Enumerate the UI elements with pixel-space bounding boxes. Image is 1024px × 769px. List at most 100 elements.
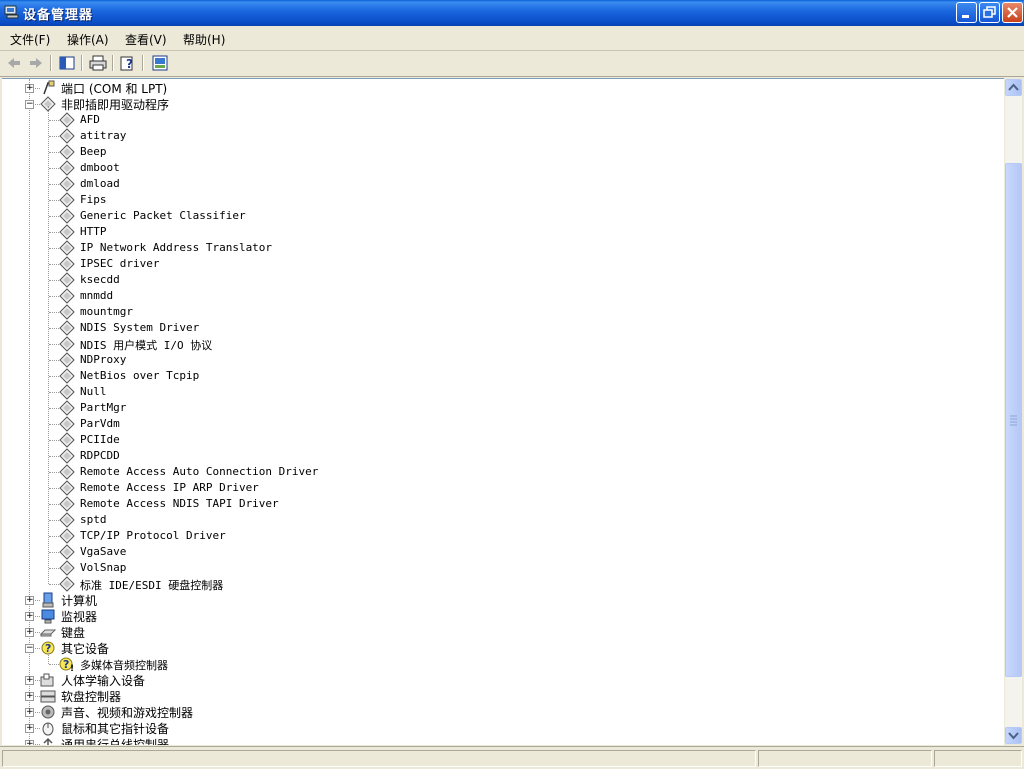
menu-file[interactable]: 文件(F) <box>10 31 50 48</box>
menu-help[interactable]: 帮助(H) <box>183 31 225 48</box>
expand-icon[interactable]: + <box>25 724 34 733</box>
svg-text:?: ? <box>126 57 133 71</box>
collapse-icon[interactable]: − <box>25 644 34 653</box>
tree-node-driver[interactable]: dmload <box>2 176 1002 192</box>
tree-node-driver[interactable]: RDPCDD <box>2 448 1002 464</box>
tree-node-sound-video-game[interactable]: + 声音、视频和游戏控制器 <box>2 704 1002 720</box>
tree-node-driver[interactable]: ParVdm <box>2 416 1002 432</box>
tree-node-driver[interactable]: Null <box>2 384 1002 400</box>
scroll-up-button[interactable] <box>1005 79 1022 96</box>
tree-node-driver[interactable]: sptd <box>2 512 1002 528</box>
tree-node-driver[interactable]: Remote Access Auto Connection Driver <box>2 464 1002 480</box>
menu-action[interactable]: 操作(A) <box>67 31 109 48</box>
expand-icon[interactable]: + <box>25 692 34 701</box>
tree-node-driver[interactable]: dmboot <box>2 160 1002 176</box>
expand-icon[interactable]: + <box>25 612 34 621</box>
tree-node-driver[interactable]: TCP/IP Protocol Driver <box>2 528 1002 544</box>
tree-node-driver[interactable]: ksecdd <box>2 272 1002 288</box>
tree-node-driver[interactable]: atitray <box>2 128 1002 144</box>
tree-node-driver[interactable]: NetBios over Tcpip <box>2 368 1002 384</box>
tree-node-driver[interactable]: Remote Access NDIS TAPI Driver <box>2 496 1002 512</box>
tree-node-driver[interactable]: VolSnap <box>2 560 1002 576</box>
expand-icon[interactable]: + <box>25 84 34 93</box>
tree-node-driver[interactable]: Remote Access IP ARP Driver <box>2 480 1002 496</box>
scroll-thumb[interactable] <box>1005 163 1022 677</box>
expand-icon[interactable]: + <box>25 676 34 685</box>
scroll-down-button[interactable] <box>1005 727 1022 744</box>
tree-node-driver[interactable]: VgaSave <box>2 544 1002 560</box>
tree-node-label: TCP/IP Protocol Driver <box>80 529 226 542</box>
tree-node-label: Beep <box>80 145 107 158</box>
tree-node-driver[interactable]: NDIS 用户模式 I/O 协议 <box>2 336 1002 352</box>
window-title: 设备管理器 <box>23 8 94 23</box>
properties-icon[interactable] <box>150 54 170 72</box>
tree-node-keyboards[interactable]: + 键盘 <box>2 624 1002 640</box>
driver-icon <box>59 176 75 192</box>
tree-node-label: PartMgr <box>80 401 127 414</box>
device-tree[interactable]: + 端口 (COM 和 LPT) − 非即插即用驱动程序 AFD atitray Beep d… <box>2 78 1004 745</box>
tree-node-hid[interactable]: + 人体学输入设备 <box>2 672 1002 688</box>
device-manager-icon <box>4 5 19 19</box>
tree-node-driver[interactable]: Beep <box>2 144 1002 160</box>
tree-node-computer[interactable]: + 计算机 <box>2 592 1002 608</box>
tree-node-label: 非即插即用驱动程序 <box>61 98 170 112</box>
tree-node-device[interactable]: ?! 多媒体音频控制器 <box>2 656 1002 672</box>
tree-node-mice[interactable]: + 鼠标和其它指针设备 <box>2 720 1002 736</box>
tree-node-driver[interactable]: IP Network Address Translator <box>2 240 1002 256</box>
driver-icon <box>59 496 75 512</box>
driver-icon <box>59 304 75 320</box>
collapse-icon[interactable]: − <box>25 100 34 109</box>
tree-node-label: atitray <box>80 129 127 142</box>
toolbar: ? <box>0 51 1024 77</box>
tree-node-label: IP Network Address Translator <box>80 241 273 254</box>
tree-node-driver[interactable]: AFD <box>2 112 1002 128</box>
close-button[interactable] <box>1002 2 1023 23</box>
forward-arrow-icon[interactable] <box>26 54 46 72</box>
tree-node-driver[interactable]: PCIIde <box>2 432 1002 448</box>
expand-icon[interactable]: + <box>25 628 34 637</box>
tree-node-driver[interactable]: Generic Packet Classifier <box>2 208 1002 224</box>
tree-node-other-devices[interactable]: −? 其它设备 <box>2 640 1002 656</box>
tree-node-label: 通用串行总线控制器 <box>61 738 170 745</box>
tree-node-driver[interactable]: IPSEC driver <box>2 256 1002 272</box>
tree-node-ports[interactable]: + 端口 (COM 和 LPT) <box>2 80 1002 96</box>
back-arrow-icon[interactable] <box>4 54 24 72</box>
mouse-icon <box>42 722 54 736</box>
status-panel <box>2 750 756 767</box>
tree-node-driver[interactable]: HTTP <box>2 224 1002 240</box>
tree-node-driver[interactable]: mountmgr <box>2 304 1002 320</box>
grip-icon <box>1010 415 1017 426</box>
print-icon[interactable] <box>88 54 108 72</box>
tree-node-label: 人体学输入设备 <box>61 674 146 688</box>
minimize-button[interactable] <box>956 2 977 23</box>
tree-node-driver[interactable]: NDProxy <box>2 352 1002 368</box>
tree-node-driver[interactable]: Fips <box>2 192 1002 208</box>
tree-node-usb-controllers[interactable]: + 通用串行总线控制器 <box>2 736 1002 745</box>
maximize-button[interactable] <box>979 2 1000 23</box>
tree-node-label: Remote Access NDIS TAPI Driver <box>80 497 279 510</box>
driver-icon <box>59 368 75 384</box>
tree-node-floppy-controllers[interactable]: + 软盘控制器 <box>2 688 1002 704</box>
expand-icon[interactable]: + <box>25 596 34 605</box>
tree-node-label: Null <box>80 385 107 398</box>
minimize-icon <box>962 15 969 18</box>
tree-node-driver[interactable]: mnmdd <box>2 288 1002 304</box>
menu-view[interactable]: 查看(V) <box>125 31 167 48</box>
tree-node-label: 软盘控制器 <box>61 690 122 704</box>
tree-node-driver[interactable]: NDIS System Driver <box>2 320 1002 336</box>
tree-node-driver[interactable]: PartMgr <box>2 400 1002 416</box>
tree-node-label: ksecdd <box>80 273 120 286</box>
tree-node-driver[interactable]: 标准 IDE/ESDI 硬盘控制器 <box>2 576 1002 592</box>
tree-node-monitors[interactable]: + 监视器 <box>2 608 1002 624</box>
vertical-scrollbar[interactable] <box>1005 79 1022 744</box>
driver-icon <box>59 400 75 416</box>
tree-node-non-pnp-drivers[interactable]: − 非即插即用驱动程序 <box>2 96 1002 112</box>
tree-node-label: VolSnap <box>80 561 127 574</box>
expand-icon[interactable]: + <box>25 708 34 717</box>
tree-node-label: 多媒体音频控制器 <box>80 659 168 672</box>
computer-icon <box>42 592 54 608</box>
help-icon[interactable]: ? <box>118 54 138 72</box>
show-hide-console-tree-icon[interactable] <box>57 54 77 72</box>
expand-icon[interactable]: + <box>25 740 34 745</box>
tree-node-label: mountmgr <box>80 305 133 318</box>
